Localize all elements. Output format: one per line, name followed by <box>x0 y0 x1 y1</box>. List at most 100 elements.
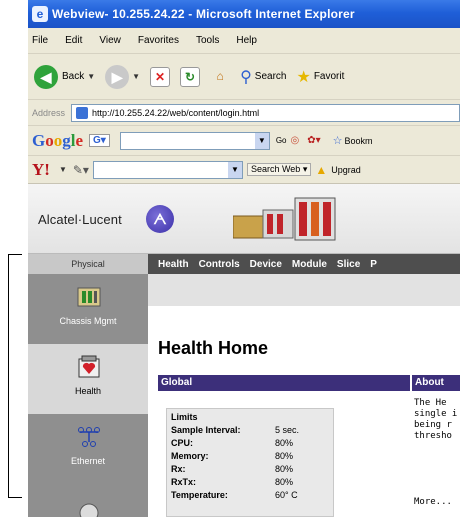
back-arrow-icon: ◀ <box>34 64 58 89</box>
page-content: Alcatel·Lucent ᗅ Physical Health Control… <box>28 184 460 517</box>
limit-value: 80% <box>275 451 294 461</box>
menu-tools[interactable]: Tools <box>196 35 219 46</box>
menu-favorites[interactable]: Favorites <box>138 35 179 46</box>
browser-window: e Webview- 10.255.24.22 - Microsoft Inte… <box>28 0 460 517</box>
more-link[interactable]: More... <box>414 497 452 507</box>
nav-slice[interactable]: Slice <box>337 259 360 270</box>
chassis-icon <box>77 287 101 307</box>
sidebar-item-ethernet[interactable]: Ethernet <box>28 414 148 484</box>
upgrade-warning-icon: ▲ <box>315 162 328 177</box>
address-url: http://10.255.24.22/web/content/login.ht… <box>92 107 260 118</box>
standard-toolbar: ◀ Back ▼ ▶ ▼ ✕ ↻ ⌂ ⚲ Search ★ Favorit <box>28 54 460 100</box>
limit-key: RxTx: <box>171 477 197 487</box>
sidebar-item-label: Ethernet <box>70 456 106 466</box>
nav-controls[interactable]: Controls <box>199 259 240 270</box>
upgrade-button[interactable]: Upgrad <box>331 165 361 175</box>
limit-key: Memory: <box>171 451 209 461</box>
about-text: The He single i being r thresho <box>414 398 460 442</box>
sidebar-item-label: Health <box>74 386 101 396</box>
favorites-button[interactable]: ★ Favorit <box>296 67 344 87</box>
menu-help[interactable]: Help <box>236 35 257 46</box>
home-icon: ⌂ <box>216 68 224 83</box>
stop-button[interactable]: ✕ <box>150 66 171 87</box>
yahoo-logo: Y! <box>32 159 50 179</box>
search-button[interactable]: ⚲ Search <box>240 67 286 87</box>
star-icon: ★ <box>296 68 311 86</box>
main-content: Health Home Global About Limits Sample I… <box>148 274 460 517</box>
back-dropdown-icon[interactable]: ▼ <box>87 72 95 81</box>
nav-module[interactable]: Module <box>292 259 327 270</box>
health-heart-icon <box>78 355 100 378</box>
stop-icon: ✕ <box>150 66 171 87</box>
about-line: single i <box>414 409 458 419</box>
menu-view[interactable]: View <box>99 35 121 46</box>
menu-bar: File Edit View Favorites Tools Help <box>28 28 460 54</box>
nav-truncated-item[interactable]: P <box>370 259 377 270</box>
bookmarks-button[interactable]: Bookm <box>345 136 373 146</box>
bookmark-star-icon: ☆ <box>332 135 343 147</box>
brand-header: Alcatel·Lucent ᗅ <box>28 184 460 254</box>
limit-row: CPU: 80% <box>171 437 329 450</box>
forward-arrow-icon: ▶ <box>105 64 130 89</box>
forward-button[interactable]: ▶ ▼ <box>105 64 140 89</box>
alcatel-lucent-logo-icon: ᗅ <box>146 205 174 233</box>
about-line: being r <box>414 420 452 430</box>
sidebar-item-chassis-mgmt[interactable]: Chassis Mgmt <box>28 274 148 344</box>
yahoo-search-dropdown-icon[interactable]: ▼ <box>227 161 242 178</box>
window-title: Webview- 10.255.24.22 - Microsoft Intern… <box>52 7 355 21</box>
menu-edit[interactable]: Edit <box>65 35 82 46</box>
search-icon: ⚲ <box>240 68 252 86</box>
address-bar: Address http://10.255.24.22/web/content/… <box>28 100 460 126</box>
annotation-bracket <box>8 254 22 498</box>
limit-row: Rx: 80% <box>171 463 329 476</box>
about-section-header: About <box>412 375 460 391</box>
ethernet-network-icon <box>78 427 100 447</box>
yahoo-search-input[interactable]: ▼ <box>92 160 243 179</box>
top-nav: Physical Health Controls Device Module S… <box>28 254 460 274</box>
tab-physical[interactable]: Physical <box>28 254 148 274</box>
switch-device-image <box>233 197 336 241</box>
ie-logo-icon: e <box>32 6 48 22</box>
menu-file[interactable]: File <box>32 35 48 46</box>
content-header-strip <box>148 274 460 306</box>
global-section-header: Global <box>158 375 410 391</box>
google-search-input[interactable]: ▼ <box>119 131 270 150</box>
address-label: Address <box>32 107 66 118</box>
sidebar-item-health[interactable]: Health <box>28 344 148 414</box>
google-g-icon[interactable]: G▾ <box>89 134 110 147</box>
limit-key: Sample Interval: <box>171 425 241 435</box>
search-label: Search <box>254 71 287 82</box>
google-go-button[interactable]: Go <box>276 136 287 145</box>
limit-row: Temperature: 60° C <box>171 489 329 502</box>
about-line: thresho <box>414 431 452 441</box>
back-button[interactable]: ◀ Back ▼ <box>34 64 95 89</box>
search-web-button[interactable]: Search Web ▾ <box>246 163 312 176</box>
yahoo-toolbar: Y! ▼ ✎▾ ▼ Search Web ▾ ▲ Upgrad <box>28 156 460 184</box>
pencil-icon[interactable]: ✎▾ <box>73 163 89 177</box>
sidebar-partial-icon <box>79 503 99 517</box>
sidebar-item-partial[interactable] <box>28 486 148 517</box>
address-input[interactable]: http://10.255.24.22/web/content/login.ht… <box>71 103 460 122</box>
refresh-button[interactable]: ↻ <box>180 66 201 87</box>
yahoo-dropdown-icon[interactable]: ▼ <box>59 165 67 174</box>
limits-panel: Limits Sample Interval: 5 sec. CPU: 80% Me… <box>166 408 334 517</box>
limit-row: Memory: 80% <box>171 450 329 463</box>
back-label: Back <box>62 71 85 82</box>
favorites-label: Favorit <box>313 71 345 82</box>
forward-dropdown-icon[interactable]: ▼ <box>132 72 140 81</box>
limit-value: 80% <box>275 464 294 474</box>
limit-key: CPU: <box>171 438 193 448</box>
nav-device[interactable]: Device <box>250 259 282 270</box>
title-bar: e Webview- 10.255.24.22 - Microsoft Inte… <box>28 0 460 28</box>
limit-key: Rx: <box>171 464 186 474</box>
limits-title: Limits <box>171 412 198 422</box>
nav-health[interactable]: Health <box>158 259 189 270</box>
google-toolbar: Google G▾ ▼ Go ◎ ✿▾ ☆ Bookm <box>28 126 460 156</box>
home-button[interactable]: ⌂ <box>210 67 230 87</box>
limit-row: Sample Interval: 5 sec. <box>171 424 329 437</box>
pagerank-icon[interactable]: ◎ <box>291 135 300 146</box>
google-dropdown-icon[interactable]: ▼ <box>254 132 269 149</box>
refresh-icon: ↻ <box>180 66 201 87</box>
popup-blocker-icon[interactable]: ✿▾ <box>307 135 320 146</box>
brand-name: Alcatel·Lucent <box>38 212 122 227</box>
